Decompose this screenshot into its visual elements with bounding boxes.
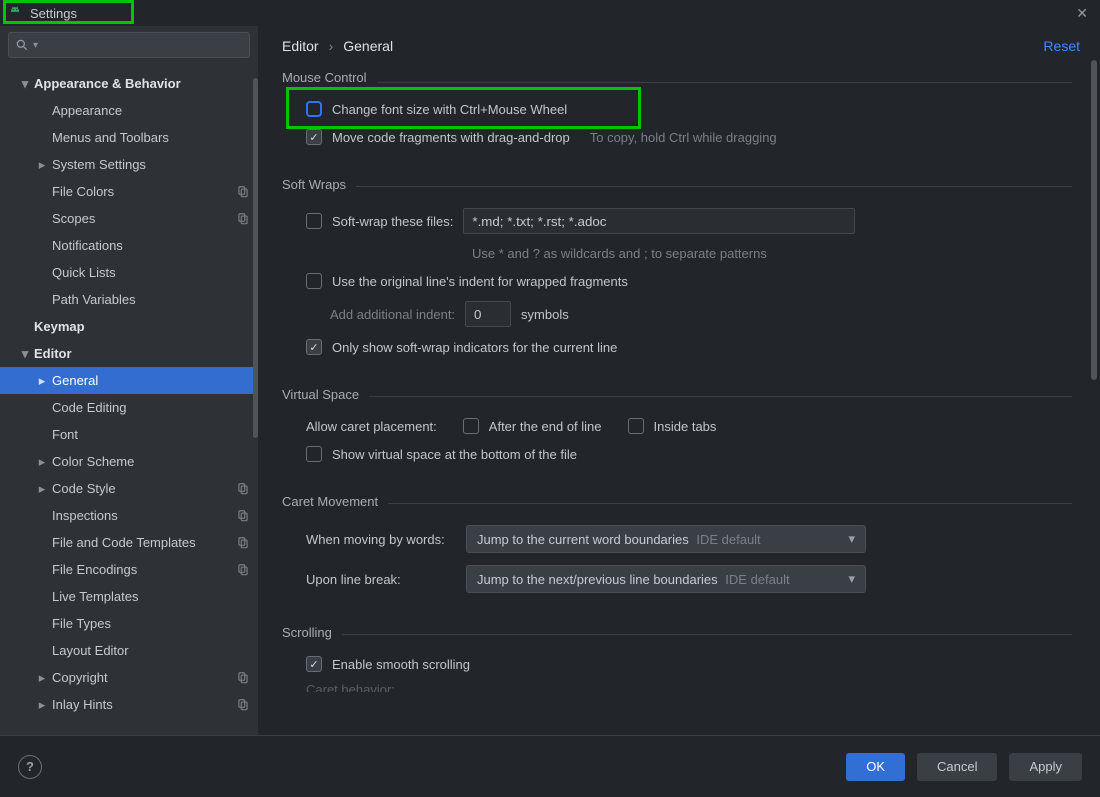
close-icon[interactable]: ✕ (1072, 5, 1092, 22)
window-title: Settings (30, 6, 77, 21)
tree-color-scheme[interactable]: ▸Color Scheme (0, 448, 258, 475)
section-softwraps-title: Soft Wraps (282, 177, 346, 192)
move-fragments-label: Move code fragments with drag-and-drop (332, 130, 570, 145)
section-scrolling-title: Scrolling (282, 625, 332, 640)
tree-scopes[interactable]: Scopes (0, 205, 258, 232)
tree-editor[interactable]: ▾ Editor (0, 340, 258, 367)
tree-appearance-behavior[interactable]: ▾ Appearance & Behavior (0, 70, 258, 97)
additional-indent-input[interactable] (465, 301, 511, 327)
after-eol-label: After the end of line (489, 419, 602, 434)
tree-layout-editor[interactable]: Layout Editor (0, 637, 258, 664)
caret-behavior-label: Caret behavior: (282, 682, 1072, 692)
chevron-down-icon: ▾ (16, 76, 34, 92)
chevron-right-icon: ▸ (32, 481, 52, 497)
use-original-indent-label: Use the original line's indent for wrapp… (332, 274, 628, 289)
tree-file-encodings[interactable]: File Encodings (0, 556, 258, 583)
show-virtual-space-label: Show virtual space at the bottom of the … (332, 447, 577, 462)
tree-file-types[interactable]: File Types (0, 610, 258, 637)
chevron-right-icon: ▸ (32, 157, 52, 173)
tree-file-colors[interactable]: File Colors (0, 178, 258, 205)
change-font-label: Change font size with Ctrl+Mouse Wheel (332, 102, 567, 117)
android-logo-icon (8, 6, 22, 20)
tree-font[interactable]: Font (0, 421, 258, 448)
allow-caret-label: Allow caret placement: (306, 419, 437, 434)
tree-code-style[interactable]: ▸Code Style (0, 475, 258, 502)
symbols-label: symbols (521, 307, 569, 322)
section-caret-title: Caret Movement (282, 494, 378, 509)
tree-general[interactable]: ▸General (0, 367, 258, 394)
breadcrumb-general: General (343, 38, 393, 54)
search-icon (15, 38, 29, 52)
project-badge-icon (236, 482, 250, 496)
chevron-right-icon: ▸ (32, 454, 52, 470)
reset-link[interactable]: Reset (1043, 38, 1080, 54)
chevron-down-icon: ▾ (16, 346, 34, 362)
soft-wrap-patterns-input[interactable] (463, 208, 855, 234)
smooth-scroll-label: Enable smooth scrolling (332, 657, 470, 672)
footer: ? OK Cancel Apply (0, 735, 1100, 797)
apply-button[interactable]: Apply (1009, 753, 1082, 781)
only-show-indicators-checkbox[interactable] (306, 339, 322, 355)
settings-tree: ▾ Appearance & Behavior Appearance Menus… (0, 64, 258, 735)
project-badge-icon (236, 509, 250, 523)
cancel-button[interactable]: Cancel (917, 753, 997, 781)
smooth-scroll-checkbox[interactable] (306, 656, 322, 672)
soft-wrap-label: Soft-wrap these files: (332, 214, 453, 229)
breadcrumb-sep: › (329, 38, 334, 54)
section-virtual-space-title: Virtual Space (282, 387, 359, 402)
tree-file-code-templates[interactable]: File and Code Templates (0, 529, 258, 556)
change-font-checkbox[interactable] (306, 101, 322, 117)
chevron-right-icon: ▸ (32, 697, 52, 713)
use-original-indent-checkbox[interactable] (306, 273, 322, 289)
after-eol-checkbox[interactable] (463, 418, 479, 434)
tree-inlay-hints[interactable]: ▸Inlay Hints (0, 691, 258, 718)
breadcrumb-editor[interactable]: Editor (282, 38, 319, 54)
project-badge-icon (236, 563, 250, 577)
soft-wrap-checkbox[interactable] (306, 213, 322, 229)
by-words-select[interactable]: Jump to the current word boundaries IDE … (466, 525, 866, 553)
search-input[interactable]: ▾ (8, 32, 250, 58)
add-indent-label: Add additional indent: (330, 307, 455, 322)
tree-path-variables[interactable]: Path Variables (0, 286, 258, 313)
project-badge-icon (236, 212, 250, 226)
tree-inspections[interactable]: Inspections (0, 502, 258, 529)
tree-system-settings[interactable]: ▸System Settings (0, 151, 258, 178)
help-button[interactable]: ? (18, 755, 42, 779)
content-pane: Editor › General Reset Mouse Control Cha… (258, 26, 1100, 735)
project-badge-icon (236, 698, 250, 712)
inside-tabs-checkbox[interactable] (628, 418, 644, 434)
by-words-label: When moving by words: (306, 532, 456, 547)
chevron-down-icon: ▾ (848, 531, 855, 547)
only-show-indicators-label: Only show soft-wrap indicators for the c… (332, 340, 617, 355)
section-mouse-title: Mouse Control (282, 70, 367, 85)
breadcrumb: Editor › General (282, 38, 393, 54)
sidebar: ▾ ▾ Appearance & Behavior Appearance Men… (0, 26, 258, 735)
project-badge-icon (236, 671, 250, 685)
tree-menus-toolbars[interactable]: Menus and Toolbars (0, 124, 258, 151)
on-break-select[interactable]: Jump to the next/previous line boundarie… (466, 565, 866, 593)
chevron-right-icon: ▸ (32, 670, 52, 686)
ok-button[interactable]: OK (846, 753, 905, 781)
tree-code-editing[interactable]: Code Editing (0, 394, 258, 421)
tree-live-templates[interactable]: Live Templates (0, 583, 258, 610)
soft-wrap-hint: Use * and ? as wildcards and ; to separa… (472, 246, 767, 261)
move-fragments-hint: To copy, hold Ctrl while dragging (590, 130, 777, 145)
show-virtual-space-checkbox[interactable] (306, 446, 322, 462)
chevron-right-icon: ▸ (32, 373, 52, 389)
tree-notifications[interactable]: Notifications (0, 232, 258, 259)
titlebar: Settings ✕ (0, 0, 1100, 26)
chevron-down-icon: ▾ (848, 571, 855, 587)
on-break-label: Upon line break: (306, 572, 456, 587)
project-badge-icon (236, 536, 250, 550)
tree-quick-lists[interactable]: Quick Lists (0, 259, 258, 286)
project-badge-icon (236, 185, 250, 199)
tree-keymap[interactable]: Keymap (0, 313, 258, 340)
tree-copyright[interactable]: ▸Copyright (0, 664, 258, 691)
move-fragments-checkbox[interactable] (306, 129, 322, 145)
tree-appearance[interactable]: Appearance (0, 97, 258, 124)
inside-tabs-label: Inside tabs (654, 419, 717, 434)
